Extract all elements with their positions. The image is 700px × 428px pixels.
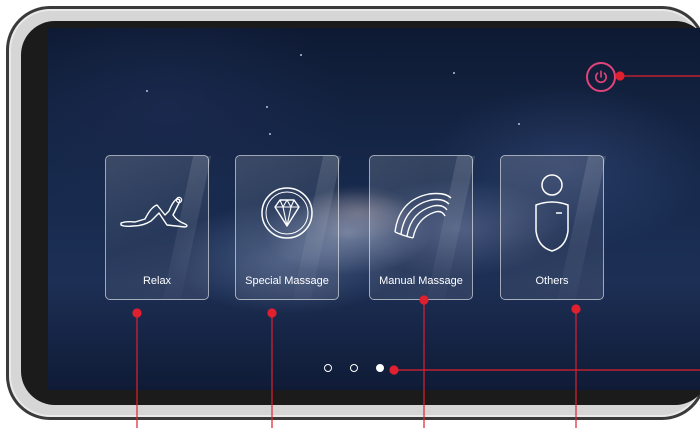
power-icon [595,70,607,84]
hand-stroke-icon [370,170,472,256]
tile-special-massage[interactable]: Special Massage [235,155,342,300]
power-button[interactable] [586,62,616,92]
page-indicator [324,364,384,372]
tile-label: Special Massage [245,275,329,287]
diamond-icon [236,170,338,256]
tile-label: Relax [142,275,172,287]
tile-relax[interactable]: Relax [105,155,212,300]
reclining-figure-icon [106,170,208,256]
tile-others[interactable]: Others [500,155,607,300]
star [269,133,271,135]
star [146,90,148,92]
star [453,72,455,74]
page-dot-3-active[interactable] [376,364,384,372]
star [266,106,268,108]
tile-manual-massage[interactable]: Manual Massage [369,155,476,300]
home-screen: Relax Special Massage Manual Massage Oth… [48,28,700,390]
star [300,54,302,56]
page-dot-1[interactable] [324,364,332,372]
tile-label: Others [535,275,569,287]
page-dot-2[interactable] [350,364,358,372]
tile-label: Manual Massage [379,275,463,287]
person-icon [501,170,603,256]
star [518,123,520,125]
